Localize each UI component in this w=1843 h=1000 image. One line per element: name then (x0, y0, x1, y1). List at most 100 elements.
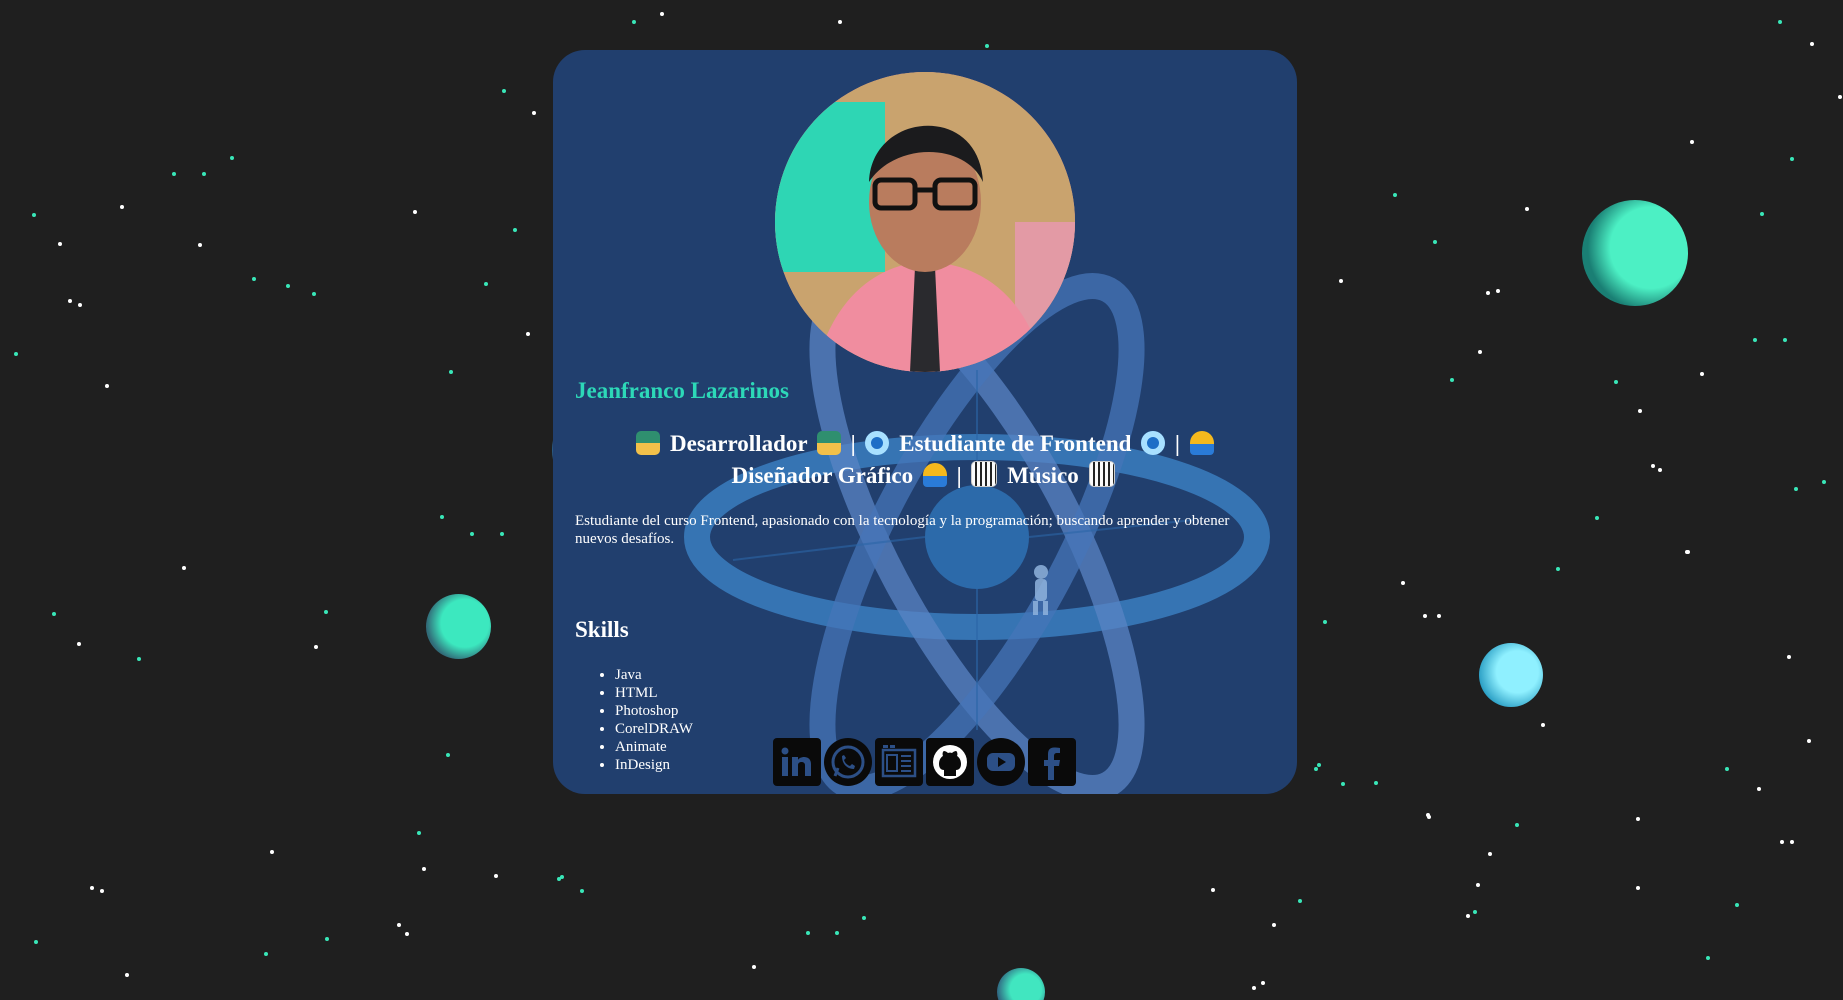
star (137, 657, 141, 661)
github-icon (933, 745, 967, 779)
star (100, 889, 104, 893)
star (1211, 888, 1215, 892)
star (198, 243, 202, 247)
youtube-link[interactable] (977, 738, 1025, 786)
star (1478, 350, 1482, 354)
star (252, 277, 256, 281)
star (1261, 981, 1265, 985)
role-designer: Diseñador Gráfico (731, 463, 914, 488)
star (1838, 95, 1842, 99)
star (470, 532, 474, 536)
star (1807, 739, 1811, 743)
planet-right-small (1479, 643, 1543, 707)
role-developer: Desarrollador (670, 431, 808, 456)
star (1323, 620, 1327, 624)
star (1638, 409, 1642, 413)
skills-list: Java HTML Photoshop CorelDRAW Animate In… (575, 666, 693, 774)
star (752, 965, 756, 969)
star (1541, 723, 1545, 727)
star (417, 831, 421, 835)
star (532, 111, 536, 115)
galaxy-emoji-icon (1141, 431, 1166, 455)
planet-right-large (1582, 200, 1688, 306)
star (1706, 956, 1710, 960)
star (270, 850, 274, 854)
star (806, 931, 810, 935)
star (484, 282, 488, 286)
star (580, 889, 584, 893)
skill-item: CorelDRAW (615, 720, 693, 738)
portfolio-link[interactable] (875, 738, 923, 786)
artist-emoji-icon (1189, 431, 1214, 455)
whatsapp-link[interactable] (824, 738, 872, 786)
star (449, 370, 453, 374)
planet-bottom (997, 968, 1045, 1000)
github-link[interactable] (926, 738, 974, 786)
star (1496, 289, 1500, 293)
star (1725, 767, 1729, 771)
star (325, 937, 329, 941)
star (1760, 212, 1764, 216)
star (68, 299, 72, 303)
star (494, 874, 498, 878)
planet-left-small (426, 594, 491, 659)
role-musician: Músico (1007, 463, 1079, 488)
star (324, 610, 328, 614)
star (1636, 817, 1640, 821)
star (105, 384, 109, 388)
star (660, 12, 664, 16)
facebook-icon (1044, 747, 1060, 780)
star (264, 952, 268, 956)
star (1690, 140, 1694, 144)
star (502, 89, 506, 93)
star (286, 284, 290, 288)
star (1450, 378, 1454, 382)
star (1810, 42, 1814, 46)
star (1700, 372, 1704, 376)
star (1252, 986, 1256, 990)
star (440, 515, 444, 519)
artist-emoji-icon (922, 463, 947, 487)
star (1595, 516, 1599, 520)
star (1473, 910, 1477, 914)
star (422, 867, 426, 871)
star (52, 612, 56, 616)
star (1778, 20, 1782, 24)
skill-item: HTML (615, 684, 693, 702)
skills-heading: Skills (575, 617, 629, 642)
star (172, 172, 176, 176)
technologist-emoji-icon (636, 431, 661, 455)
star (1753, 338, 1757, 342)
star (1298, 899, 1302, 903)
star (835, 931, 839, 935)
star (1433, 240, 1437, 244)
star (1466, 914, 1470, 918)
star (1822, 480, 1826, 484)
star (1339, 279, 1343, 283)
tagline-separator: | (956, 463, 962, 488)
star (985, 44, 989, 48)
star (1272, 923, 1276, 927)
star (90, 886, 94, 890)
star (526, 332, 530, 336)
star (1790, 840, 1794, 844)
star (14, 352, 18, 356)
galaxy-emoji-icon (865, 431, 890, 455)
star (314, 645, 318, 649)
star (500, 532, 504, 536)
star (1556, 567, 1560, 571)
portfolio-icon (881, 745, 917, 778)
star (1783, 338, 1787, 342)
star (1476, 883, 1480, 887)
star (405, 932, 409, 936)
technologist-emoji-icon (816, 431, 841, 455)
skill-item: InDesign (615, 756, 693, 774)
star (182, 566, 186, 570)
star (120, 205, 124, 209)
skill-item: Photoshop (615, 702, 693, 720)
star (202, 172, 206, 176)
facebook-link[interactable] (1028, 738, 1076, 786)
tagline-separator: | (1174, 431, 1180, 456)
star (1317, 763, 1321, 767)
linkedin-link[interactable] (773, 738, 821, 786)
